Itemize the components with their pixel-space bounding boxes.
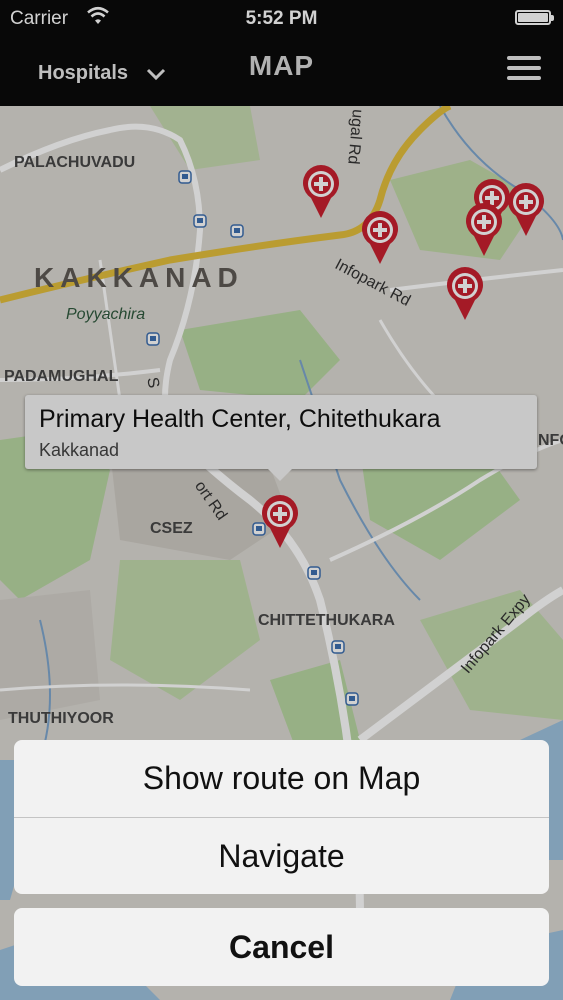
clock: 5:52 PM bbox=[245, 8, 318, 29]
callout-pointer bbox=[268, 469, 292, 481]
callout-subtitle: Kakkanad bbox=[39, 440, 120, 460]
callout-title: Primary Health Center, Chitethukara bbox=[39, 405, 441, 433]
menu-button[interactable] bbox=[507, 56, 541, 82]
bus-stop-icon bbox=[230, 224, 244, 238]
cancel-button[interactable]: Cancel bbox=[14, 908, 549, 986]
map-label-poyyachira: Poyyachira bbox=[66, 306, 146, 323]
bus-stop-icon bbox=[146, 332, 160, 346]
bus-stop-icon bbox=[331, 640, 345, 654]
bus-stop-icon bbox=[193, 214, 207, 228]
hospital-pin-icon[interactable] bbox=[301, 164, 341, 220]
nav-bar: Hospitals MAP bbox=[0, 36, 563, 106]
bus-stop-icon bbox=[307, 566, 321, 580]
map-label-kakkanad: KAKKANAD bbox=[34, 262, 244, 293]
show-route-button[interactable]: Show route on Map bbox=[14, 740, 549, 817]
bus-stop-icon bbox=[178, 170, 192, 184]
hospital-pin-icon[interactable] bbox=[464, 202, 504, 258]
hospital-pin-icon[interactable] bbox=[360, 210, 400, 266]
status-bar: Carrier 5:52 PM bbox=[0, 0, 563, 36]
action-sheet: Show route on Map Navigate bbox=[14, 740, 549, 894]
bus-stop-icon bbox=[345, 692, 359, 706]
bus-stop-icon bbox=[252, 522, 266, 536]
map-label-chittethukara: CHITTETHUKARA bbox=[258, 612, 395, 629]
selected-hospital-pin-icon[interactable] bbox=[260, 494, 300, 550]
map-label-palachuvadu: PALACHUVADU bbox=[14, 154, 136, 171]
page-title: MAP bbox=[248, 50, 315, 81]
hamburger-icon bbox=[507, 56, 541, 60]
map-label-nfo: NFO bbox=[538, 432, 563, 449]
hospital-pin-icon[interactable] bbox=[445, 266, 485, 322]
map-label-csez: CSEZ bbox=[150, 520, 193, 537]
battery-icon bbox=[515, 10, 554, 25]
hospital-pin-icon[interactable] bbox=[506, 182, 546, 238]
map-label-thuthiyoor: THUTHIYOOR bbox=[8, 710, 114, 727]
navigate-button[interactable]: Navigate bbox=[14, 818, 549, 894]
map-label-padamughal: PADAMUGHAL bbox=[4, 368, 119, 385]
place-callout[interactable]: Primary Health Center, Chitethukara Kakk… bbox=[25, 395, 537, 481]
